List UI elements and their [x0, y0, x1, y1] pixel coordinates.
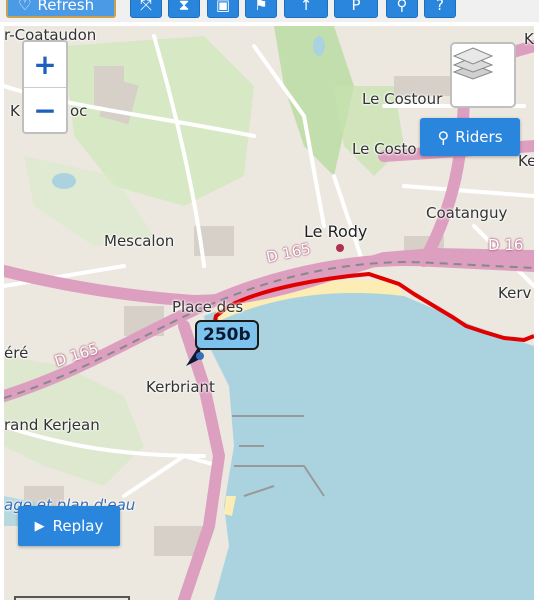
layers-button[interactable] [450, 42, 516, 108]
search-icon: ⚲ [437, 127, 450, 147]
up-button[interactable]: ↑ [284, 0, 328, 18]
zoom-out-button[interactable]: − [24, 88, 66, 132]
place-le-rody: Le Rody [304, 222, 368, 241]
refresh-label: Refresh [37, 0, 95, 14]
hourglass-icon: ⧗ [178, 0, 190, 14]
link-button[interactable]: ⚲ [386, 0, 418, 18]
place-kerhoc-k: K [10, 102, 20, 120]
help-button[interactable]: ? [424, 0, 456, 18]
place-le-costo: Le Costo [352, 140, 417, 158]
flag-button[interactable]: ⚑ [245, 0, 277, 18]
layers-icon [452, 47, 494, 80]
p-icon: P [351, 0, 361, 14]
help-icon: ? [436, 0, 444, 14]
flag-icon: ⚑ [254, 0, 268, 14]
zoom-control: + − [22, 40, 68, 134]
fit-bounds-button[interactable]: ⤧ [130, 0, 162, 18]
place-grand-kerjean: rand Kerjean [4, 416, 100, 434]
place-mescalon: Mescalon [104, 232, 175, 250]
play-icon: ▶ [34, 518, 45, 534]
link-icon: ⚲ [396, 0, 408, 14]
image-icon: ▣ [215, 0, 231, 14]
replay-label: Replay [52, 517, 104, 535]
hourglass-button[interactable]: ⧗ [168, 0, 200, 18]
place-le-costour: Le Costour [362, 90, 443, 108]
scale-bar [14, 596, 130, 600]
fit-icon: ⤧ [139, 0, 152, 14]
riders-label: Riders [455, 128, 503, 146]
refresh-button[interactable]: ♡ Refresh [6, 0, 116, 18]
p-button[interactable]: P [334, 0, 378, 18]
replay-button[interactable]: ▶ Replay [18, 506, 120, 546]
place-ker: Ker [518, 152, 534, 170]
place-kerv: Kerv [498, 284, 532, 302]
place-kerhoc-oc: oc [70, 102, 88, 120]
rider-marker-label[interactable]: 250b [195, 320, 259, 350]
up-icon: ↑ [299, 0, 313, 14]
image-button[interactable]: ▣ [207, 0, 239, 18]
place-kerbriant: Kerbriant [146, 378, 215, 396]
refresh-icon: ♡ [18, 0, 32, 14]
riders-button[interactable]: ⚲ Riders [420, 118, 520, 156]
place-ere: éré [4, 344, 29, 362]
place-coatanguy: Coatanguy [426, 204, 508, 222]
place-place-des: Place des [172, 298, 244, 316]
toolbar: ♡ Refresh ⤧ ⧗ ▣ ⚑ ↑ P ⚲ ? [0, 0, 539, 22]
zoom-in-button[interactable]: + [24, 42, 66, 88]
road-label-d16-right: D 16 [488, 236, 524, 254]
place-k-right: K [524, 30, 534, 48]
map[interactable]: r-Coataudon K oc Le Costour Le Costo Ker… [4, 26, 534, 600]
